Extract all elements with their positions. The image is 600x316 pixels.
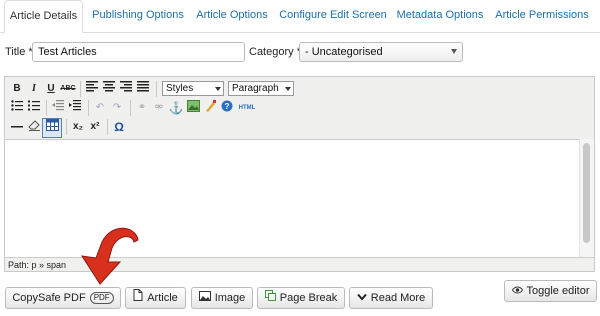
chevron-down-icon xyxy=(285,87,291,91)
article-button[interactable]: Article xyxy=(125,287,186,309)
strikethrough-button[interactable]: ABC xyxy=(60,81,76,97)
category-select[interactable]: - Uncategorised xyxy=(299,42,463,62)
copy-icon xyxy=(264,288,276,308)
cleanup-icon[interactable] xyxy=(202,100,218,116)
subscript-button[interactable]: x₂ xyxy=(70,119,86,135)
copysafe-label: CopySafe PDF xyxy=(12,292,86,304)
toolbar-divider xyxy=(107,119,108,135)
paragraph-label: Paragraph xyxy=(232,83,279,94)
toggle-editor-button[interactable]: Toggle editor xyxy=(504,280,597,302)
image-button[interactable]: Image xyxy=(191,287,253,309)
title-input[interactable]: Test Articles xyxy=(32,42,245,62)
tab-metadata-options[interactable]: Metadata Options xyxy=(392,0,488,32)
superscript-button[interactable]: x² xyxy=(87,119,103,135)
unlink-icon[interactable]: ⚮ xyxy=(151,100,167,116)
picture-icon xyxy=(198,288,211,308)
align-justify-icon[interactable] xyxy=(135,81,151,97)
chevron-down-icon xyxy=(451,49,457,54)
special-character-button[interactable]: Ω xyxy=(111,119,127,135)
styles-label: Styles xyxy=(166,83,194,94)
link-icon[interactable]: ⚭ xyxy=(134,100,150,116)
toolbar-divider xyxy=(156,81,157,97)
underline-button[interactable]: U xyxy=(43,81,59,97)
indent-icon[interactable] xyxy=(67,100,83,116)
editor-scrollbar[interactable] xyxy=(579,139,594,261)
italic-button[interactable]: I xyxy=(26,81,42,97)
tab-publishing-options[interactable]: Publishing Options xyxy=(86,0,190,32)
editor-toolbar: B I U ABC Styles Paragraph ↶ ↷ ⚭ ⚮ ⚓ ? H… xyxy=(5,77,594,140)
anchor-icon[interactable]: ⚓ xyxy=(168,100,184,116)
outdent-icon[interactable] xyxy=(50,100,66,116)
toolbar-divider xyxy=(88,100,89,116)
horizontal-rule-icon[interactable] xyxy=(9,119,25,135)
eye-icon xyxy=(511,281,523,301)
svg-text:?: ? xyxy=(225,102,230,111)
bold-button[interactable]: B xyxy=(9,81,25,97)
bullet-list-icon[interactable] xyxy=(9,100,25,116)
tab-bar: Article Details Publishing Options Artic… xyxy=(0,0,600,33)
tab-article-permissions[interactable]: Article Permissions xyxy=(490,0,594,32)
toggle-editor-label: Toggle editor xyxy=(526,285,590,297)
toolbar-divider xyxy=(46,100,47,116)
article-label: Article xyxy=(147,292,178,304)
category-value: - Uncategorised xyxy=(305,46,383,58)
undo-icon[interactable]: ↶ xyxy=(92,100,108,116)
read-more-label: Read More xyxy=(370,292,426,304)
numbered-list-icon[interactable] xyxy=(26,100,42,116)
copysafe-pdf-button[interactable]: CopySafe PDF PDF xyxy=(5,287,121,309)
toolbar-divider xyxy=(66,119,67,135)
align-right-icon[interactable] xyxy=(118,81,134,97)
scrollbar-thumb[interactable] xyxy=(583,143,590,243)
read-more-button[interactable]: Read More xyxy=(349,287,433,309)
red-arrow-icon xyxy=(80,227,139,285)
tab-configure-edit-screen[interactable]: Configure Edit Screen xyxy=(276,0,390,32)
redo-icon[interactable]: ↷ xyxy=(109,100,125,116)
align-center-icon[interactable] xyxy=(101,81,117,97)
styles-select[interactable]: Styles xyxy=(162,81,224,96)
category-label: Category * xyxy=(249,46,301,58)
tab-article-options[interactable]: Article Options xyxy=(190,0,274,32)
page-break-label: Page Break xyxy=(279,292,338,304)
paragraph-select[interactable]: Paragraph xyxy=(228,81,294,96)
eraser-icon[interactable] xyxy=(26,119,42,135)
chevron-down-icon xyxy=(357,288,367,308)
title-label: Title * xyxy=(5,46,33,58)
toolbar-divider xyxy=(130,100,131,116)
image-insert-icon[interactable] xyxy=(185,100,201,116)
image-label: Image xyxy=(214,292,246,304)
page-break-button[interactable]: Page Break xyxy=(257,287,345,309)
toolbar-divider xyxy=(80,81,81,97)
tab-article-details[interactable]: Article Details xyxy=(4,0,83,33)
add-file-icon xyxy=(133,288,143,308)
chevron-down-icon xyxy=(215,87,221,91)
align-left-icon[interactable] xyxy=(84,81,100,97)
pdf-badge: PDF xyxy=(89,292,114,304)
html-source-button[interactable]: HTML xyxy=(236,100,258,116)
help-icon[interactable]: ? xyxy=(219,100,235,116)
table-icon[interactable] xyxy=(42,118,62,138)
